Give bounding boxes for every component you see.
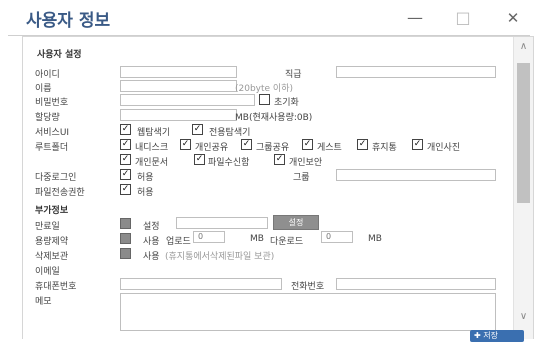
- root-personal-security-label: 개인보안: [289, 158, 323, 168]
- root-mydisk-label: 내디스크: [135, 143, 169, 153]
- password-label: 비밀번호: [35, 98, 69, 108]
- download-mb-label: MB: [368, 234, 382, 244]
- root-personal-doc-label: 개인문서: [135, 158, 169, 168]
- scroll-down-arrow-icon[interactable]: ∨: [514, 309, 533, 325]
- mobile-label: 휴대폰번호: [35, 282, 77, 292]
- service-ui-label: 서비스UI: [35, 128, 70, 138]
- root-guest-checkbox[interactable]: ✓: [302, 139, 313, 150]
- name-label: 이름: [35, 84, 52, 94]
- service-ui-web-checkbox[interactable]: ✓: [120, 124, 131, 135]
- root-folder-label: 루트폴더: [35, 143, 69, 153]
- save-button[interactable]: ✚ 저장: [470, 330, 524, 342]
- group-label: 그룹: [293, 173, 310, 183]
- maximize-button[interactable]: □: [448, 6, 478, 30]
- form-panel: 사용자 설정 아이디 직급 이름 (20byte 이하) 비밀번호 초기화 할당…: [22, 36, 534, 339]
- capacity-label: 용량제약: [35, 237, 69, 247]
- minimize-button[interactable]: —: [400, 6, 430, 30]
- file-transfer-checkbox[interactable]: ✓: [120, 184, 131, 195]
- title-bar: 사용자 정보 — □ ✕: [0, 0, 536, 36]
- upload-mb-label: MB: [250, 234, 264, 244]
- download-label: 다운로드: [270, 237, 304, 247]
- close-button[interactable]: ✕: [498, 6, 528, 30]
- phone-label: 전화번호: [291, 282, 325, 292]
- root-mydisk-checkbox[interactable]: ✓: [120, 139, 131, 150]
- delete-storage-use-label: 사용: [143, 252, 160, 262]
- name-input[interactable]: [120, 80, 237, 92]
- multi-login-label: 다중로그인: [35, 173, 77, 183]
- multi-login-checkbox[interactable]: ✓: [120, 169, 131, 180]
- root-group-share-checkbox[interactable]: ✓: [241, 139, 252, 150]
- file-transfer-label: 파일전송권한: [35, 188, 85, 198]
- expiry-set-button[interactable]: 설정: [273, 215, 319, 230]
- id-label: 아이디: [35, 70, 60, 80]
- delete-storage-hint: (휴지통에서삭제된파일 보관): [165, 252, 275, 262]
- scroll-thumb[interactable]: [517, 63, 530, 203]
- mobile-input[interactable]: [120, 278, 282, 290]
- service-ui-web-label: 웹탐색기: [137, 128, 171, 138]
- rank-label: 직급: [285, 70, 302, 80]
- group-input[interactable]: [336, 169, 496, 181]
- section-title-extra: 부가정보: [35, 206, 69, 216]
- expiry-checkbox[interactable]: [120, 218, 131, 229]
- root-personal-share-checkbox[interactable]: ✓: [180, 139, 191, 150]
- root-guest-label: 게스트: [317, 143, 342, 153]
- capacity-use-label: 사용: [143, 237, 160, 247]
- memo-label: 메모: [35, 297, 52, 307]
- delete-storage-checkbox[interactable]: [120, 248, 131, 259]
- window-title: 사용자 정보: [26, 11, 111, 31]
- quota-label: 할당량: [35, 113, 60, 123]
- root-personal-security-checkbox[interactable]: ✓: [274, 154, 285, 165]
- rank-input[interactable]: [336, 66, 496, 78]
- expiry-date-input[interactable]: [176, 217, 268, 229]
- phone-input[interactable]: [336, 278, 496, 290]
- root-trash-checkbox[interactable]: ✓: [357, 139, 368, 150]
- section-title-settings: 사용자 설정: [37, 50, 82, 60]
- service-ui-dedicated-checkbox[interactable]: ✓: [192, 124, 203, 135]
- quota-hint: MB(현재사용량:0B): [235, 113, 313, 123]
- root-personal-share-label: 개인공유: [195, 143, 229, 153]
- root-group-share-label: 그룹공유: [256, 143, 290, 153]
- multi-login-allow-label: 허용: [137, 173, 154, 183]
- root-personal-photo-label: 개인사진: [427, 143, 461, 153]
- root-personal-doc-checkbox[interactable]: ✓: [120, 154, 131, 165]
- upload-label: 업로드: [166, 237, 191, 247]
- root-trash-label: 휴지통: [372, 143, 397, 153]
- quota-input[interactable]: [120, 109, 237, 121]
- file-transfer-allow-label: 허용: [137, 188, 154, 198]
- reset-label: 초기화: [274, 98, 299, 108]
- expiry-label: 만료일: [35, 222, 60, 232]
- user-info-window: 사용자 정보 — □ ✕ 사용자 설정 아이디 직급 이름 (20byte 이하…: [0, 0, 536, 342]
- root-file-inbox-checkbox[interactable]: ✓: [194, 154, 205, 165]
- email-label: 이메일: [35, 267, 60, 277]
- name-hint: (20byte 이하): [235, 84, 294, 94]
- service-ui-dedicated-label: 전용탐색기: [209, 128, 251, 138]
- vertical-scrollbar[interactable]: ∧ ∨: [513, 37, 533, 339]
- scroll-up-arrow-icon[interactable]: ∧: [514, 39, 533, 55]
- expiry-set-label: 설정: [143, 222, 160, 232]
- root-file-inbox-label: 파일수신함: [208, 158, 250, 168]
- memo-textarea[interactable]: [120, 293, 496, 331]
- delete-storage-label: 삭제보관: [35, 252, 69, 262]
- upload-input[interactable]: 0: [193, 231, 225, 243]
- reset-checkbox[interactable]: [259, 94, 270, 105]
- password-input[interactable]: [120, 94, 255, 106]
- download-input[interactable]: 0: [321, 231, 353, 243]
- capacity-checkbox[interactable]: [120, 233, 131, 244]
- id-input[interactable]: [120, 66, 237, 78]
- root-personal-photo-checkbox[interactable]: ✓: [412, 139, 423, 150]
